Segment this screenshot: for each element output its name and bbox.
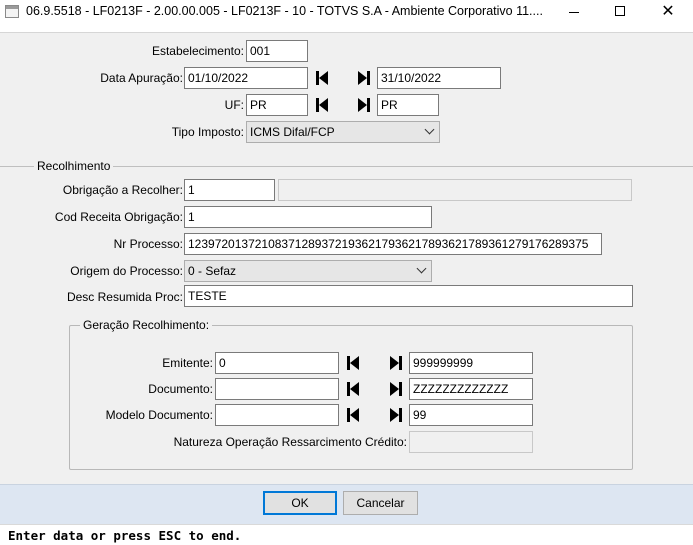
documento-label: Documento: (148, 382, 213, 396)
geracao-recolhimento-label: Geração Recolhimento: (80, 318, 213, 332)
emitente-to-input[interactable]: 999999999 (409, 352, 533, 374)
button-bar: OK Cancelar (0, 484, 693, 524)
estabelecimento-label: Estabelecimento: (151, 44, 244, 58)
modelo-documento-label: Modelo Documento: (105, 408, 213, 422)
close-icon: ✕ (661, 3, 675, 20)
dialog-body: Estabelecimento: 001 Data Apuração: 01/1… (0, 32, 693, 484)
close-button[interactable]: ✕ (645, 0, 691, 24)
last-record-icon[interactable] (385, 378, 407, 400)
obrigacao-label: Obrigação a Recolher: (62, 183, 183, 197)
maximize-button[interactable] (597, 0, 643, 24)
uf-label: UF: (224, 98, 244, 112)
tipo-imposto-value: ICMS Difal/FCP (250, 125, 335, 139)
maximize-icon (615, 6, 625, 16)
status-bar: Enter data or press ESC to end. (0, 524, 693, 545)
uf-to-input[interactable]: PR (377, 94, 439, 116)
first-record-icon[interactable] (310, 67, 332, 89)
first-record-icon[interactable] (341, 378, 363, 400)
documento-to-input[interactable]: ZZZZZZZZZZZZZ (409, 378, 533, 400)
origem-processo-label: Origem do Processo: (70, 264, 183, 278)
last-record-icon[interactable] (385, 352, 407, 374)
tipo-imposto-select[interactable]: ICMS Difal/FCP (246, 121, 440, 143)
last-record-icon[interactable] (353, 67, 375, 89)
modelo-documento-from-input[interactable] (215, 404, 339, 426)
tipo-imposto-label: Tipo Imposto: (171, 125, 244, 139)
chevron-down-icon (416, 263, 427, 274)
obrigacao-description-field (278, 179, 632, 201)
documento-from-input[interactable] (215, 378, 339, 400)
emitente-label: Emitente: (162, 356, 213, 370)
origem-processo-value: 0 - Sefaz (188, 264, 237, 278)
cancel-button[interactable]: Cancelar (343, 491, 418, 515)
data-apuracao-to-input[interactable]: 31/10/2022 (377, 67, 501, 89)
window-title: 06.9.5518 - LF0213F - 2.00.00.005 - LF02… (26, 4, 543, 18)
chevron-down-icon (424, 124, 435, 135)
status-message: Enter data or press ESC to end. (8, 528, 242, 543)
last-record-icon[interactable] (353, 94, 375, 116)
first-record-icon[interactable] (341, 404, 363, 426)
estabelecimento-input[interactable]: 001 (246, 40, 308, 62)
data-apuracao-from-input[interactable]: 01/10/2022 (184, 67, 308, 89)
natureza-input (409, 431, 533, 453)
cod-receita-label: Cod Receita Obrigação: (54, 210, 183, 224)
natureza-label: Natureza Operação Ressarcimento Crédito: (173, 435, 407, 449)
first-record-icon[interactable] (341, 352, 363, 374)
ok-button[interactable]: OK (263, 491, 337, 515)
emitente-from-input[interactable]: 0 (215, 352, 339, 374)
desc-resumida-label: Desc Resumida Proc: (66, 290, 183, 304)
origem-processo-select[interactable]: 0 - Sefaz (184, 260, 432, 282)
desc-resumida-input[interactable]: TESTE (184, 285, 633, 307)
last-record-icon[interactable] (385, 404, 407, 426)
recolhimento-section-label: Recolhimento (34, 159, 114, 173)
modelo-documento-to-input[interactable]: 99 (409, 404, 533, 426)
nr-processo-input[interactable]: 1239720137210837128937219362179362178936… (184, 233, 602, 255)
minimize-button[interactable] (551, 0, 597, 24)
obrigacao-input[interactable]: 1 (184, 179, 275, 201)
data-apuracao-label: Data Apuração: (100, 71, 183, 85)
uf-from-input[interactable]: PR (246, 94, 308, 116)
first-record-icon[interactable] (310, 94, 332, 116)
minimize-icon (569, 12, 579, 13)
app-window-icon (5, 5, 19, 18)
title-bar[interactable]: 06.9.5518 - LF0213F - 2.00.00.005 - LF02… (0, 0, 693, 24)
cod-receita-input[interactable]: 1 (184, 206, 432, 228)
nr-processo-label: Nr Processo: (113, 237, 183, 251)
